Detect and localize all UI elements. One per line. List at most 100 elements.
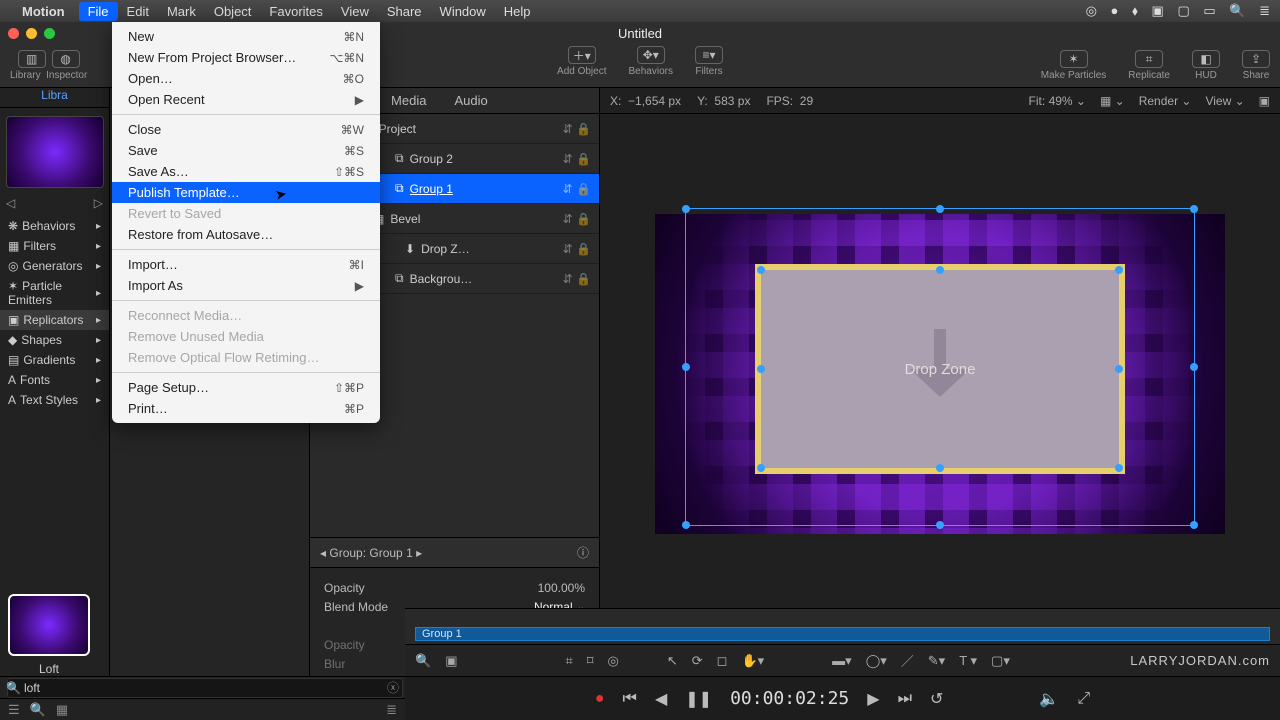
display-icon[interactable]: ▣ bbox=[1152, 3, 1164, 18]
cat-filters[interactable]: ▦Filters▸ bbox=[0, 236, 109, 256]
filters-button[interactable]: ≡▾Filters bbox=[695, 46, 723, 77]
mute-button[interactable]: 🔈 bbox=[1039, 689, 1059, 709]
mask-shape-tool[interactable]: ▢▾ bbox=[991, 653, 1010, 669]
layer-name[interactable]: Backgrou… bbox=[410, 272, 557, 286]
hud-button[interactable]: ◧HUD bbox=[1192, 50, 1220, 81]
menu-item-new[interactable]: New⌘N bbox=[112, 26, 380, 47]
control-center-icon[interactable]: ≣ bbox=[1259, 3, 1270, 18]
share-button[interactable]: ⇪Share bbox=[1242, 50, 1270, 81]
menu-edit[interactable]: Edit bbox=[118, 2, 158, 21]
view-menu[interactable]: View ⌄ bbox=[1205, 94, 1244, 108]
go-end-button[interactable]: ⏭ bbox=[898, 690, 912, 708]
step-back-button[interactable]: ◀ bbox=[655, 689, 667, 709]
minimize-window[interactable] bbox=[26, 28, 37, 39]
timeline-view-icon[interactable]: ≣ bbox=[386, 702, 397, 718]
behaviors-button[interactable]: ✥▾Behaviors bbox=[629, 46, 673, 77]
rect-tool[interactable]: ▬▾ bbox=[832, 653, 852, 669]
menu-view[interactable]: View bbox=[332, 2, 378, 21]
layer-lock-icon[interactable]: ⇵ 🔒 bbox=[563, 272, 591, 286]
zoom-icon[interactable]: 🔍 bbox=[415, 653, 431, 669]
search-icon[interactable]: 🔍 bbox=[1229, 3, 1245, 18]
cat-fonts[interactable]: AFonts▸ bbox=[0, 370, 109, 390]
list-view-icon[interactable]: ☰ bbox=[8, 702, 20, 718]
cat-generators[interactable]: ◎Generators▸ bbox=[0, 256, 109, 276]
render-menu[interactable]: Render ⌄ bbox=[1139, 94, 1192, 108]
text-tool[interactable]: T ▾ bbox=[959, 653, 977, 669]
menu-help[interactable]: Help bbox=[495, 2, 540, 21]
library-tab[interactable]: Libra bbox=[0, 88, 109, 107]
menu-item-import[interactable]: Import…⌘I bbox=[112, 254, 380, 275]
play-pause-button[interactable]: ❚❚ bbox=[685, 689, 712, 709]
menu-item-open[interactable]: Open…⌘O bbox=[112, 68, 380, 89]
menu-item-save[interactable]: Save⌘S bbox=[112, 140, 380, 161]
menu-favorites[interactable]: Favorites bbox=[260, 2, 331, 21]
info-icon[interactable]: ⓘ bbox=[577, 544, 589, 561]
tab-media[interactable]: Media bbox=[377, 88, 440, 113]
library-toggle[interactable]: ▥◍ Library Inspector bbox=[10, 50, 87, 81]
zoom-window[interactable] bbox=[44, 28, 55, 39]
timecode[interactable]: 00:00:02:25 bbox=[730, 688, 849, 709]
mask-icon[interactable]: ◎ bbox=[607, 653, 618, 669]
menu-item-new-from-project-browser[interactable]: New From Project Browser…⌥⌘N bbox=[112, 47, 380, 68]
menu-item-close[interactable]: Close⌘W bbox=[112, 119, 380, 140]
menu-mark[interactable]: Mark bbox=[158, 2, 205, 21]
dropbox-icon[interactable]: ⬧ bbox=[1132, 3, 1138, 18]
menu-file[interactable]: File bbox=[79, 2, 118, 21]
layer-name[interactable]: Project bbox=[379, 122, 557, 136]
clear-search[interactable]: ⓧ bbox=[387, 679, 399, 696]
layer-lock-icon[interactable]: ⇵ 🔒 bbox=[563, 152, 591, 166]
prev-nav[interactable]: ◁ bbox=[6, 196, 15, 210]
record-button[interactable]: ● bbox=[595, 690, 605, 708]
replicate-button[interactable]: ⌗Replicate bbox=[1128, 50, 1170, 81]
menu-item-restore-from-autosave[interactable]: Restore from Autosave… bbox=[112, 224, 380, 245]
layout-icon[interactable]: ▣ bbox=[1259, 94, 1270, 108]
expand-button[interactable]: ⤢ bbox=[1077, 690, 1090, 708]
next-nav[interactable]: ▷ bbox=[94, 196, 103, 210]
cat-replicators[interactable]: ▣Replicators▸ bbox=[0, 310, 109, 330]
layer-lock-icon[interactable]: ⇵ 🔒 bbox=[563, 122, 591, 136]
status-dot-icon[interactable]: ● bbox=[1111, 3, 1119, 18]
step-fwd-button[interactable]: ▶ bbox=[867, 689, 879, 709]
layer-name[interactable]: Drop Z… bbox=[421, 242, 557, 256]
layer-name[interactable]: Group 1 bbox=[410, 182, 557, 196]
make-particles-button[interactable]: ✶Make Particles bbox=[1041, 50, 1107, 81]
viewport[interactable]: Drop Zone bbox=[600, 114, 1280, 684]
layer-name[interactable]: Bevel bbox=[390, 212, 556, 226]
layer-lock-icon[interactable]: ⇵ 🔒 bbox=[563, 242, 591, 256]
layer-lock-icon[interactable]: ⇵ 🔒 bbox=[563, 182, 591, 196]
opacity-value[interactable]: 100.00% bbox=[538, 581, 585, 595]
circle-tool[interactable]: ◯▾ bbox=[866, 653, 887, 669]
transform-tool[interactable]: ◻ bbox=[717, 653, 728, 669]
grid-icon[interactable]: ⌗ bbox=[565, 653, 572, 669]
tab-audio[interactable]: Audio bbox=[440, 88, 501, 113]
cat-textstyles[interactable]: AText Styles▸ bbox=[0, 390, 109, 410]
line-tool[interactable]: ／ bbox=[901, 651, 914, 670]
drop-zone[interactable]: Drop Zone bbox=[755, 264, 1125, 474]
menu-item-open-recent[interactable]: Open Recent▶ bbox=[112, 89, 380, 110]
cat-particles[interactable]: ✶Particle Emitters▸ bbox=[0, 276, 109, 310]
menu-item-save-as[interactable]: Save As…⇧⌘S bbox=[112, 161, 380, 182]
menu-item-print[interactable]: Print…⌘P bbox=[112, 398, 380, 419]
search-toggle-icon[interactable]: 🔍 bbox=[30, 702, 46, 718]
add-object-button[interactable]: ＋▾Add Object bbox=[557, 46, 606, 77]
rotate-tool[interactable]: ⟳ bbox=[692, 653, 703, 669]
timeline-track[interactable]: Group 1 bbox=[415, 627, 1270, 641]
preset-thumb-loft[interactable] bbox=[8, 594, 90, 656]
library-search-input[interactable] bbox=[7, 678, 403, 698]
menu-item-import-as[interactable]: Import As▶ bbox=[112, 275, 380, 296]
airplay-icon[interactable]: ▢ bbox=[1177, 3, 1189, 18]
mini-timeline[interactable]: Group 1 bbox=[405, 608, 1280, 644]
menu-window[interactable]: Window bbox=[431, 2, 495, 21]
menu-item-page-setup[interactable]: Page Setup…⇧⌘P bbox=[112, 377, 380, 398]
cc-icon[interactable]: ◎ bbox=[1086, 3, 1097, 18]
loop-button[interactable]: ↺ bbox=[930, 689, 943, 709]
cat-behaviors[interactable]: ❋Behaviors▸ bbox=[0, 216, 109, 236]
menu-item-publish-template[interactable]: Publish Template… bbox=[112, 182, 380, 203]
fit-select[interactable]: Fit: 49% ⌄ bbox=[1029, 94, 1086, 108]
app-name[interactable]: Motion bbox=[22, 4, 65, 19]
battery-icon[interactable]: ▭ bbox=[1203, 3, 1215, 18]
cat-gradients[interactable]: ▤Gradients▸ bbox=[0, 350, 109, 370]
close-window[interactable] bbox=[8, 28, 19, 39]
menu-share[interactable]: Share bbox=[378, 2, 431, 21]
cat-shapes[interactable]: ◆Shapes▸ bbox=[0, 330, 109, 350]
